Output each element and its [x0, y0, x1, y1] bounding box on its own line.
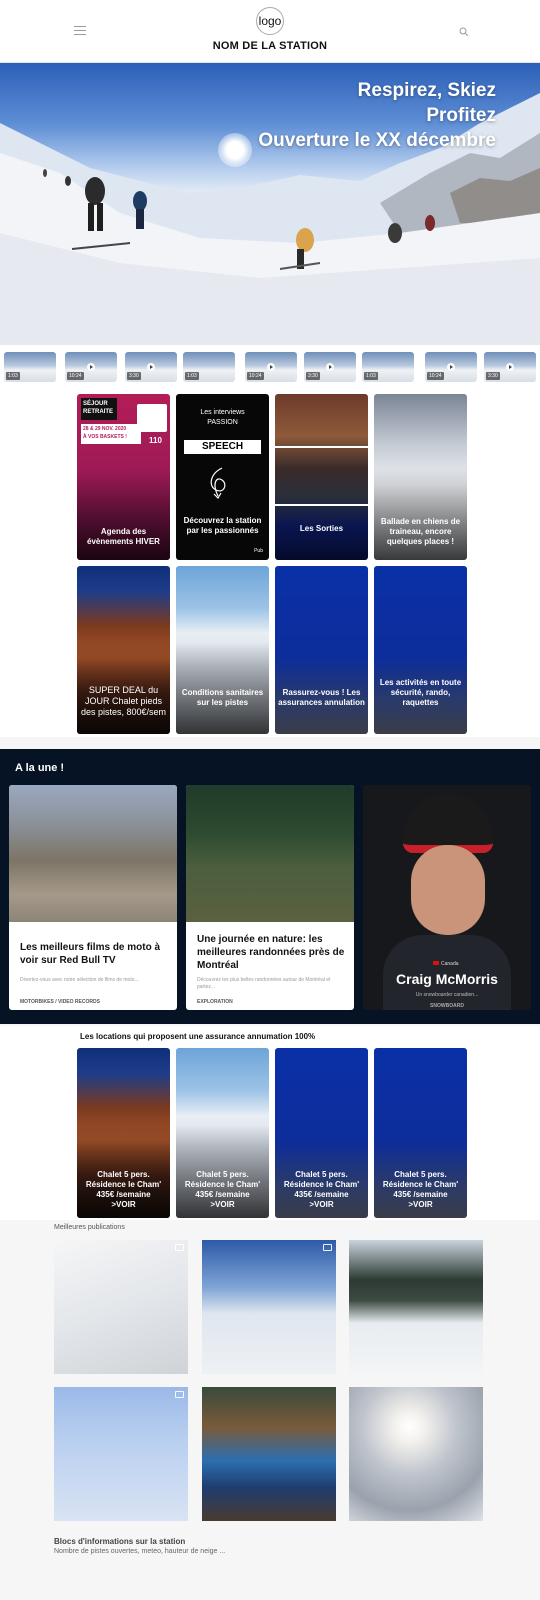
tile-sanitary-conditions[interactable]: Conditions sanitaires sur les pistes	[176, 566, 269, 734]
tile-caption: Ballade en chiens de traineau, encore qu…	[380, 517, 461, 546]
card-tag[interactable]: SNOWBOARD	[363, 1003, 531, 1009]
rentals-title: Les locations qui proposent une assuranc…	[80, 1032, 316, 1041]
featured-card[interactable]: Canada Craig McMorris Un snowboarder can…	[363, 785, 531, 1010]
hamburger-menu-icon[interactable]	[74, 26, 86, 36]
featured-card[interactable]: Les meilleurs films de moto à voir sur R…	[9, 785, 177, 1010]
arrow-doodle-icon	[210, 467, 226, 499]
video-thumbnail[interactable]: 3:30	[304, 352, 356, 382]
publication-photo[interactable]	[202, 1240, 336, 1374]
rental-card[interactable]: Chalet 5 pers. Résidence le Cham' 435€ /se…	[275, 1048, 368, 1218]
tile-caption: SUPER DEAL du JOUR Chalet pieds des pist…	[80, 685, 167, 717]
tile-sorties[interactable]: Les Sorties	[275, 394, 368, 560]
tile-caption: Agenda des évènements HIVER	[87, 527, 160, 546]
hero-headline: Respirez, Skiez Profitez Ouverture le XX…	[258, 80, 496, 151]
speech-label: SPEECH	[184, 440, 261, 454]
card-image	[9, 785, 177, 922]
video-thumbnail-strip: 1:03 10:24 3:30 1:03 10:24 3:30 1:03 10:…	[0, 345, 540, 387]
video-thumbnail[interactable]: 10:24	[65, 352, 117, 382]
rental-card[interactable]: Chalet 5 pers. Résidence le Cham' 435€ /se…	[176, 1048, 269, 1218]
tile-caption: Rassurez-vous ! Les assurances annulatio…	[278, 688, 365, 707]
card-title: Les meilleurs films de moto à voir sur R…	[20, 942, 161, 966]
video-thumbnail[interactable]: 3:30	[484, 352, 536, 382]
card-tag[interactable]: EXPLORATION	[197, 999, 233, 1005]
rental-card[interactable]: Chalet 5 pers. Résidence le Cham' 435€ /se…	[374, 1048, 467, 1218]
camera-icon	[175, 1244, 184, 1251]
play-icon	[87, 363, 95, 371]
camera-icon	[175, 1391, 184, 1398]
publications-title: Meilleures publications	[54, 1224, 125, 1231]
tile-insurance[interactable]: Rassurez-vous ! Les assurances annulatio…	[275, 566, 368, 734]
tile-caption: Les Sorties	[299, 524, 344, 533]
video-thumbnail[interactable]: 3:30	[125, 352, 177, 382]
tile-agenda-events[interactable]: SÉJOUR RETRAITE 28 & 29 NOV. 2020 À VOS B…	[77, 394, 170, 560]
play-icon	[267, 363, 275, 371]
card-description: Un snowboarder canadien...	[415, 992, 479, 998]
rental-card[interactable]: Chalet 5 pers. Résidence le Cham' 435€ /se…	[77, 1048, 170, 1218]
featured-section: A la une ! Les meilleurs films de moto à…	[0, 749, 540, 1024]
tile-activities[interactable]: Les activités en toute sécurité, rando, …	[374, 566, 467, 734]
publication-photo[interactable]	[349, 1387, 483, 1521]
card-description: Découvrez les plus belles randonnées aut…	[197, 977, 331, 990]
section-title: A la une !	[15, 762, 65, 774]
tile-super-deal[interactable]: SUPER DEAL du JOUR Chalet pieds des pist…	[77, 566, 170, 734]
pub-label: Pub	[254, 548, 263, 554]
card-title: Craig McMorris	[396, 971, 498, 987]
video-thumbnail[interactable]: 1:03	[183, 352, 235, 382]
video-thumbnail[interactable]: 10:24	[425, 352, 477, 382]
featured-card[interactable]: Une journée en nature: les meilleures ra…	[186, 785, 354, 1010]
play-icon	[506, 363, 514, 371]
logo[interactable]: logo	[256, 7, 284, 35]
play-icon	[147, 363, 155, 371]
video-thumbnail[interactable]: 10:24	[245, 352, 297, 382]
publication-photo[interactable]	[54, 1240, 188, 1374]
tile-dog-sledding[interactable]: Ballade en chiens de traineau, encore qu…	[374, 394, 467, 560]
video-thumbnail[interactable]: 1:03	[362, 352, 414, 382]
tile-caption: Découvrez la station par les passionnés	[183, 516, 262, 535]
rental-info: Chalet 5 pers. Résidence le Cham' 435€ /se…	[283, 1170, 360, 1209]
portrait-face	[411, 845, 485, 935]
promo-dates: 28 & 29 NOV. 2020	[83, 426, 127, 432]
tile-caption: Conditions sanitaires sur les pistes	[181, 688, 264, 707]
interviews-heading: Les interviews PASSION	[200, 409, 245, 426]
promo-tagline: À VOS BASKETS !	[83, 434, 127, 440]
tile-interviews-passion[interactable]: Les interviews PASSION SPEECH Découvrez l…	[176, 394, 269, 560]
play-icon	[326, 363, 334, 371]
tile-caption: Les activités en toute sécurité, rando, …	[379, 678, 462, 707]
site-header: logo NOM DE LA STATION	[0, 0, 540, 63]
camera-icon	[323, 1244, 332, 1251]
promo-badge: SÉJOUR RETRAITE	[81, 398, 117, 420]
publication-photo[interactable]	[202, 1387, 336, 1521]
card-image	[186, 785, 354, 922]
country-label: Canada	[433, 961, 459, 967]
video-thumbnail[interactable]: 1:03	[4, 352, 56, 382]
beanie	[403, 793, 493, 853]
publication-photo[interactable]	[54, 1387, 188, 1521]
station-info-subtitle: Nombre de pistes ouvertes, meteo, hauteu…	[54, 1548, 226, 1555]
station-info-title: Blocs d'informations sur la station	[54, 1537, 186, 1546]
publication-photo[interactable]	[349, 1240, 483, 1374]
card-description: Divertez-vous avec notre sélection de fi…	[20, 977, 139, 983]
station-name: NOM DE LA STATION	[212, 40, 328, 52]
sun-glare	[218, 133, 252, 167]
rental-info: Chalet 5 pers. Résidence le Cham' 435€ /se…	[85, 1170, 162, 1209]
play-icon	[447, 363, 455, 371]
promo-photo	[137, 404, 167, 432]
card-title: Une journée en nature: les meilleures ra…	[197, 934, 345, 971]
card-tag[interactable]: MOTORBIKES / VIDEO RECORDS	[20, 999, 100, 1005]
search-icon[interactable]	[459, 27, 469, 37]
hero-banner[interactable]: Respirez, Skiez Profitez Ouverture le XX…	[0, 63, 540, 345]
promo-price: 110	[149, 436, 162, 445]
rental-info: Chalet 5 pers. Résidence le Cham' 435€ /se…	[382, 1170, 459, 1209]
rental-info: Chalet 5 pers. Résidence le Cham' 435€ /se…	[184, 1170, 261, 1209]
